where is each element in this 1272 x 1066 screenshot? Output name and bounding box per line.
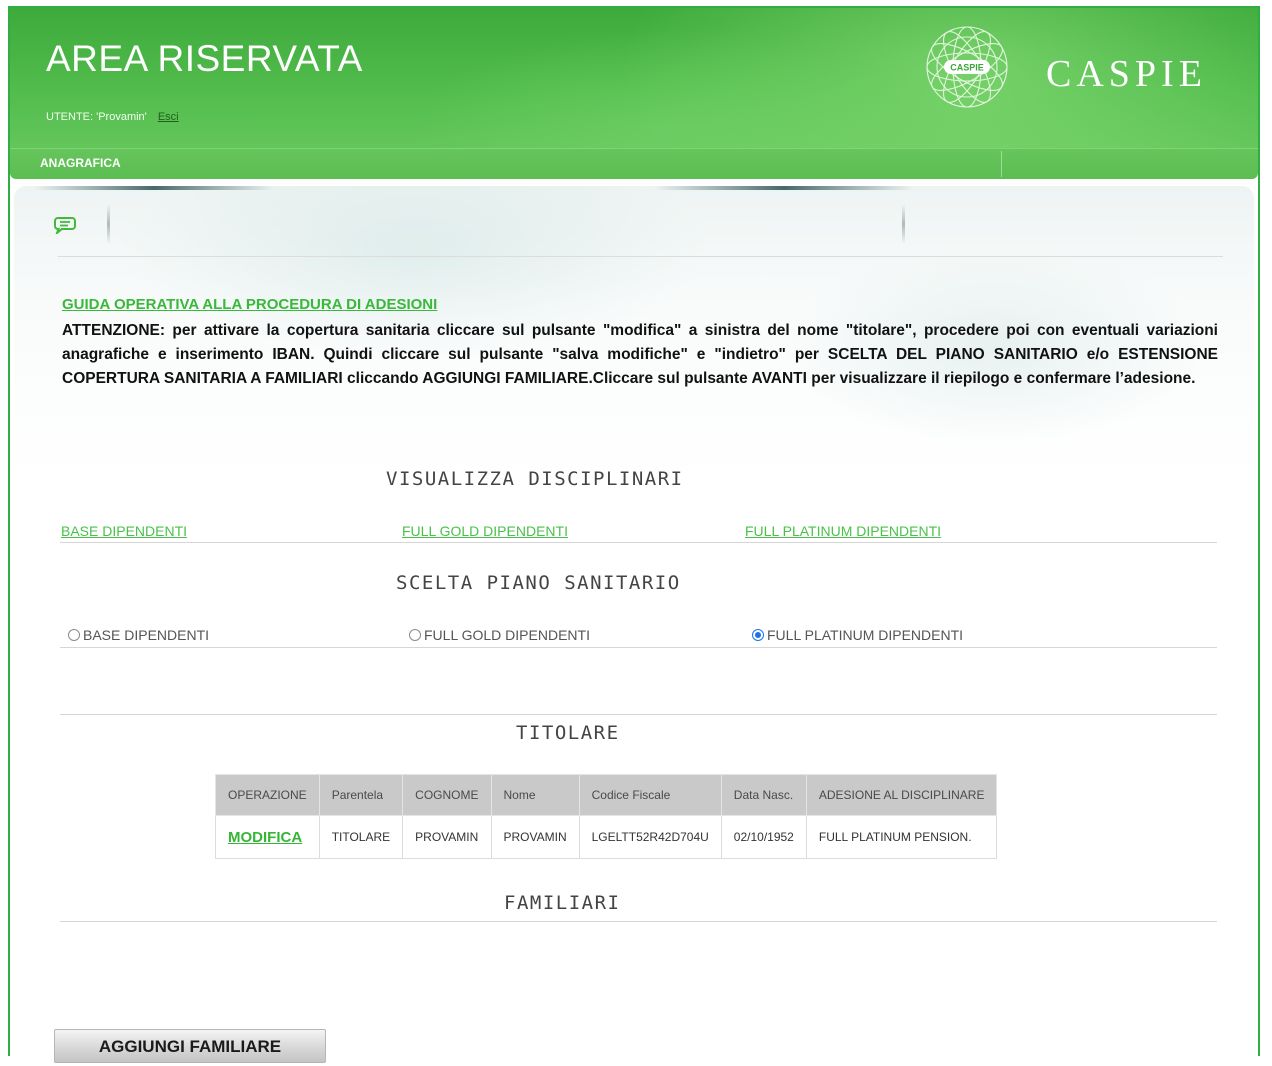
radio-button-gold[interactable]: [409, 629, 421, 641]
disciplinare-link-gold[interactable]: FULL GOLD DIPENDENTI: [402, 523, 568, 539]
decorative-bar: [34, 186, 274, 190]
column-header: ADESIONE AL DISCIPLINARE: [805, 774, 998, 816]
column-header: Nome: [490, 774, 580, 816]
logout-link[interactable]: Esci: [158, 111, 179, 123]
attention-text: ATTENZIONE: per attivare la copertura sa…: [62, 322, 1218, 387]
section-divider: [60, 714, 1217, 715]
radio-option-base[interactable]: BASE DIPENDENTI: [68, 627, 209, 643]
radio-option-platinum[interactable]: FULL PLATINUM DIPENDENTI: [752, 627, 963, 643]
menu-divider: [1001, 151, 1002, 177]
radio-button-base[interactable]: [68, 629, 80, 641]
table-row: MODIFICA TITOLARE PROVAMIN PROVAMIN LGEL…: [215, 815, 998, 859]
user-info: UTENTE: 'Provamin' Esci: [46, 111, 179, 123]
column-header: OPERAZIONE: [215, 774, 320, 816]
column-header: COGNOME: [402, 774, 492, 816]
header: AREA RISERVATA UTENTE: 'Provamin' Esci C…: [10, 8, 1258, 148]
familiari-title: FAMILIARI: [504, 892, 621, 914]
page-frame: AREA RISERVATA UTENTE: 'Provamin' Esci C…: [8, 6, 1260, 1066]
main-content: GUIDA OPERATIVA ALLA PROCEDURA DI ADESIO…: [14, 186, 1254, 1066]
logo-text: CASPIE: [950, 63, 984, 73]
menu-item-anagrafica[interactable]: ANAGRAFICA: [40, 156, 121, 170]
column-header: Parentela: [318, 774, 404, 816]
page-title: AREA RISERVATA: [46, 38, 363, 79]
modifica-link[interactable]: MODIFICA: [215, 815, 320, 859]
radio-option-gold[interactable]: FULL GOLD DIPENDENTI: [409, 627, 590, 643]
column-header: Codice Fiscale: [578, 774, 722, 816]
piano-title: SCELTA PIANO SANITARIO: [396, 572, 681, 594]
table-cell: FULL PLATINUM PENSION.: [805, 815, 998, 859]
table-cell: PROVAMIN: [490, 815, 580, 859]
disciplinari-title: VISUALIZZA DISCIPLINARI: [386, 468, 684, 490]
section-divider: [60, 647, 1217, 648]
section-divider: [60, 542, 1217, 543]
column-header: Data Nasc.: [720, 774, 807, 816]
table-cell: LGELTT52R42D704U: [578, 815, 722, 859]
radio-label-platinum: FULL PLATINUM DIPENDENTI: [767, 627, 964, 643]
disciplinare-link-base[interactable]: BASE DIPENDENTI: [61, 523, 187, 539]
decorative-divider: [902, 204, 905, 244]
top-divider: [58, 256, 1223, 257]
titolare-title: TITOLARE: [516, 722, 620, 744]
table-header-row: OPERAZIONE Parentela COGNOME Nome Codice…: [215, 774, 998, 816]
table-cell: PROVAMIN: [402, 815, 492, 859]
radio-label-gold: FULL GOLD DIPENDENTI: [424, 627, 590, 643]
decorative-divider: [107, 204, 110, 244]
add-family-button[interactable]: AGGIUNGI FAMILIARE: [54, 1029, 326, 1063]
user-label: UTENTE: 'Provamin': [46, 111, 147, 123]
brand-name: CASPIE: [1046, 53, 1207, 95]
radio-label-base: BASE DIPENDENTI: [83, 627, 210, 643]
table-cell: TITOLARE: [318, 815, 404, 859]
titolare-table: OPERAZIONE Parentela COGNOME Nome Codice…: [215, 774, 998, 859]
menu-bar: ANAGRAFICA: [10, 148, 1258, 179]
table-cell: 02/10/1952: [720, 815, 807, 859]
radio-button-platinum[interactable]: [752, 629, 764, 641]
section-divider: [60, 921, 1217, 922]
caspie-logo-icon: CASPIE: [926, 26, 1008, 108]
disciplinare-link-platinum[interactable]: FULL PLATINUM DIPENDENTI: [745, 523, 941, 539]
decorative-bar: [654, 186, 914, 190]
guide-link[interactable]: GUIDA OPERATIVA ALLA PROCEDURA DI ADESIO…: [62, 296, 437, 313]
chat-bubble-icon: [54, 217, 76, 234]
